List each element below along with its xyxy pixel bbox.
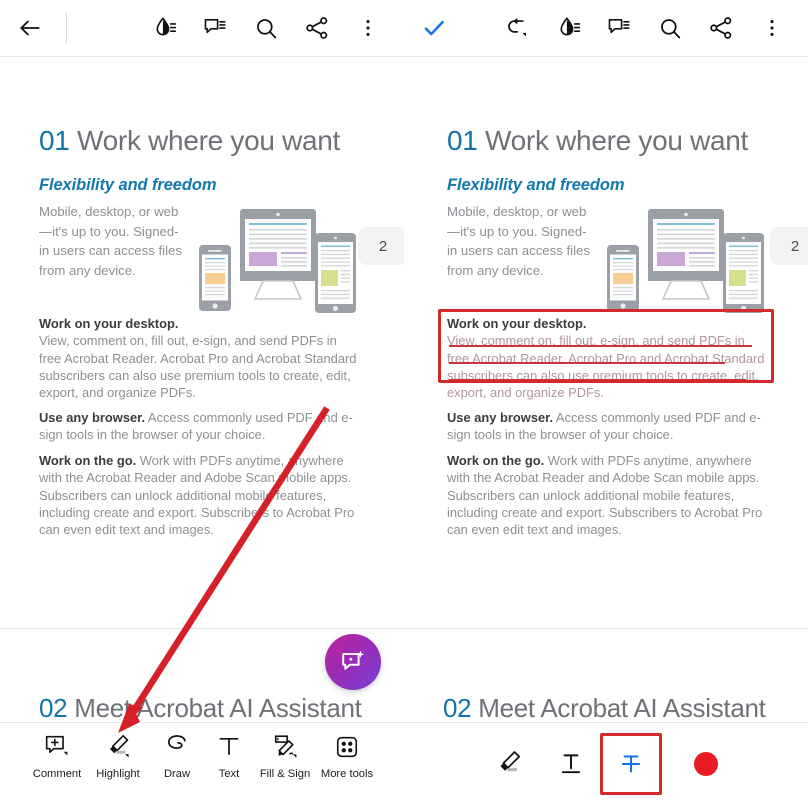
grid-dots-icon [333, 730, 361, 764]
page-title-text: Work where you want [477, 125, 749, 156]
devices-illustration [197, 207, 357, 315]
undo-icon[interactable] [500, 11, 534, 45]
document-page-after[interactable]: 01 Work where you want Flexibility and f… [404, 57, 808, 628]
comment-plus-icon [43, 730, 71, 764]
fill-sign-tool[interactable]: Fill & Sign [253, 730, 317, 780]
marker-pen-icon [500, 751, 521, 772]
section-two-title: 02 Meet Acrobat AI Assistant [39, 693, 362, 724]
ai-assistant-button[interactable] [325, 634, 381, 690]
strikethrough-t-icon [621, 755, 641, 773]
strikethrough-line [449, 362, 725, 364]
highlight-tool[interactable] [486, 741, 532, 787]
section-two-text: Meet Acrobat AI Assistant [471, 693, 766, 723]
page-title: 01 Work where you want [447, 125, 797, 157]
fill-sign-icon [271, 730, 299, 764]
highlight-drop-icon[interactable] [147, 11, 181, 45]
tool-label: Draw [163, 768, 191, 780]
toolbar-divider [66, 13, 67, 43]
page-title-text: Work where you want [69, 125, 341, 156]
page-number-badge: 2 [770, 227, 808, 265]
paragraph-browser: Use any browser. Access commonly used PD… [39, 409, 361, 444]
tool-label: Text [218, 768, 240, 780]
paragraph-body: View, comment on, fill out, e-sign, and … [39, 333, 357, 401]
bottom-toolbar: Comment Highlight Draw Text Fill & Sign … [0, 723, 808, 800]
comment-icon[interactable] [198, 11, 232, 45]
paragraph-body: View, comment on, fill out, e-sign, and … [447, 333, 765, 401]
back-arrow-icon[interactable] [13, 11, 47, 45]
underline-tool[interactable] [548, 741, 594, 787]
page-subheading: Flexibility and freedom [39, 176, 217, 194]
paragraph-lead: Work on the go. [39, 453, 137, 468]
check-done-icon[interactable] [417, 11, 451, 45]
tool-label: Highlight [96, 768, 140, 780]
page-title: 01 Work where you want [39, 125, 389, 157]
paragraph-desktop-struck[interactable]: Work on your desktop. View, comment on, … [447, 315, 769, 401]
section-two-title: 02 Meet Acrobat AI Assistant [443, 693, 766, 724]
text-t-icon [215, 730, 243, 764]
page-title-number: 01 [447, 125, 478, 156]
section-two-number: 02 [39, 693, 68, 723]
color-swatch-red[interactable] [694, 752, 718, 776]
highlight-drop-icon[interactable] [551, 11, 585, 45]
intro-paragraph: Mobile, desktop, or web—it's up to you. … [447, 204, 590, 278]
section-two-text: Meet Acrobat AI Assistant [67, 693, 362, 723]
marker-pen-icon [104, 730, 132, 764]
more-options-icon[interactable] [351, 11, 385, 45]
document-page-before[interactable]: 01 Work where you want Flexibility and f… [0, 57, 404, 628]
highlight-tool[interactable]: Highlight [86, 730, 150, 780]
strikethrough-tool[interactable] [600, 733, 662, 795]
more-options-icon[interactable] [755, 11, 789, 45]
more-tools[interactable]: More tools [315, 730, 379, 780]
strikethrough-line [449, 345, 752, 347]
page-number-badge: 2 [358, 227, 404, 265]
paragraph-onthego: Work on the go. Work with PDFs anytime, … [447, 452, 769, 538]
search-icon[interactable] [653, 11, 687, 45]
paragraph-lead: Work on your desktop. [447, 316, 587, 331]
paragraph-lead: Use any browser. [39, 410, 146, 425]
page-title-number: 01 [39, 125, 70, 156]
page-subheading: Flexibility and freedom [447, 176, 625, 194]
underline-t-icon [561, 754, 581, 774]
section-divider [0, 628, 808, 629]
screenshot-root: 01 Work where you want Flexibility and f… [0, 0, 808, 800]
section-two-number: 02 [443, 693, 472, 723]
comment-tool[interactable]: Comment [25, 730, 89, 780]
tool-label: Fill & Sign [259, 768, 311, 780]
share-icon[interactable] [704, 11, 738, 45]
draw-loop-icon [163, 730, 191, 764]
text-tool[interactable]: Text [197, 730, 261, 780]
share-icon[interactable] [300, 11, 334, 45]
paragraph-desktop: Work on your desktop. View, comment on, … [39, 315, 361, 401]
paragraph-browser: Use any browser. Access commonly used PD… [447, 409, 769, 444]
tool-label: More tools [320, 768, 374, 780]
search-icon[interactable] [249, 11, 283, 45]
devices-illustration [605, 207, 765, 315]
paragraph-lead: Work on your desktop. [39, 316, 179, 331]
paragraph-lead: Use any browser. [447, 410, 554, 425]
tool-label: Comment [32, 768, 82, 780]
top-toolbar [0, 0, 808, 57]
paragraph-onthego: Work on the go. Work with PDFs anytime, … [39, 452, 361, 538]
paragraph-lead: Work on the go. [447, 453, 545, 468]
comment-icon[interactable] [602, 11, 636, 45]
intro-paragraph: Mobile, desktop, or web—it's up to you. … [39, 204, 182, 278]
strikethrough-line [449, 379, 746, 381]
